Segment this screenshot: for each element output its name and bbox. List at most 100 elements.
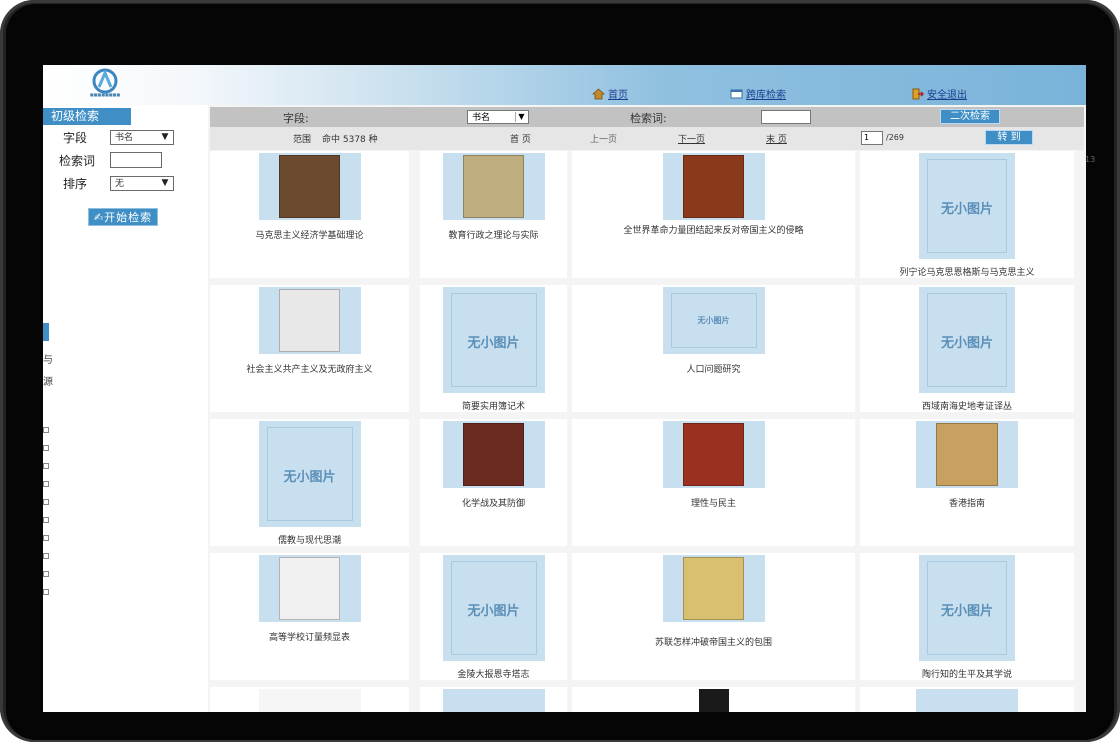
second-search-button[interactable]: 二次检索 bbox=[940, 109, 1000, 124]
book-card[interactable]: 苏联怎样冲破帝国主义的包围 bbox=[572, 553, 855, 680]
book-card[interactable]: 无小图片列宁论马克思恩格斯与马克思主义 bbox=[860, 151, 1074, 278]
tree-expand-icon[interactable] bbox=[43, 517, 49, 523]
book-card[interactable] bbox=[572, 687, 855, 712]
book-title[interactable]: 社会主义共产主义及无政府主义 bbox=[210, 362, 409, 375]
first-page-link[interactable]: 首 页 bbox=[510, 132, 531, 145]
book-card[interactable] bbox=[420, 687, 567, 712]
nav-crossdb-link[interactable]: 跨库检索 bbox=[730, 86, 786, 101]
book-card[interactable]: 无小图片人口问题研究 bbox=[572, 285, 855, 412]
sidebar-collapsed-tab[interactable] bbox=[43, 323, 49, 341]
book-card[interactable]: 马克思主义经济学基础理论 bbox=[210, 151, 409, 278]
tree-expand-icon[interactable] bbox=[43, 535, 49, 541]
no-thumbnail-text: 无小图片 bbox=[940, 201, 993, 217]
book-cover-image[interactable] bbox=[662, 555, 765, 622]
pencil-icon: ✍ bbox=[93, 211, 105, 224]
tree-expand-icon[interactable] bbox=[43, 463, 49, 469]
tree-expand-icon[interactable] bbox=[43, 571, 49, 577]
book-cover-art bbox=[682, 155, 745, 218]
tree-expand-icon[interactable] bbox=[43, 499, 49, 505]
toolbar-field-select[interactable]: 书名 ▼ bbox=[467, 110, 529, 124]
chevron-down-icon: ▼ bbox=[515, 112, 527, 122]
book-card[interactable] bbox=[860, 687, 1074, 712]
book-card[interactable]: 理性与民主 bbox=[572, 419, 855, 546]
book-title[interactable]: 金陵大报恩寺塔志 bbox=[420, 667, 567, 680]
book-cover-image[interactable] bbox=[662, 421, 765, 488]
book-title[interactable]: 苏联怎样冲破帝国主义的包围 bbox=[572, 635, 855, 648]
book-cover-image[interactable] bbox=[258, 153, 361, 220]
book-card[interactable]: 无小图片陶行知的生平及其学说 bbox=[860, 553, 1074, 680]
search-window-icon bbox=[730, 89, 743, 98]
book-cover-image[interactable] bbox=[258, 287, 361, 354]
book-cover-image[interactable] bbox=[662, 153, 765, 220]
no-thumbnail-placeholder[interactable]: 无小图片 bbox=[662, 287, 765, 354]
book-title[interactable]: 马克思主义经济学基础理论 bbox=[210, 228, 409, 241]
book-cover-image[interactable] bbox=[916, 689, 1018, 712]
book-card[interactable] bbox=[210, 687, 409, 712]
no-thumbnail-placeholder[interactable]: 无小图片 bbox=[442, 287, 545, 393]
book-title[interactable]: 全世界革命力量团结起来反对帝国主义的侵略 bbox=[572, 223, 855, 236]
tree-expand-icon[interactable] bbox=[43, 445, 49, 451]
tree-expand-icon[interactable] bbox=[43, 589, 49, 595]
last-page-link[interactable]: 末 页 bbox=[766, 132, 787, 145]
book-card[interactable]: 无小图片西域南海史地考证译丛 bbox=[860, 285, 1074, 412]
no-thumbnail-placeholder[interactable]: 无小图片 bbox=[919, 555, 1015, 661]
book-title[interactable]: 西域南海史地考证译丛 bbox=[860, 399, 1074, 412]
book-cover-image[interactable] bbox=[442, 689, 545, 712]
book-cover-image[interactable] bbox=[698, 689, 729, 712]
book-title[interactable]: 儒教与现代思潮 bbox=[210, 533, 409, 546]
book-cover-image[interactable] bbox=[442, 421, 545, 488]
tree-expand-icon[interactable] bbox=[43, 553, 49, 559]
goto-page-button[interactable]: 转 到 bbox=[985, 130, 1033, 145]
book-title[interactable]: 列宁论马克思恩格斯与马克思主义 bbox=[860, 265, 1074, 278]
sidebar-sort-select[interactable]: 无 ▼ bbox=[110, 176, 174, 191]
tree-expand-icon[interactable] bbox=[43, 427, 49, 433]
prev-page-link[interactable]: 上一页 bbox=[590, 132, 617, 145]
nav-crossdb-label: 跨库检索 bbox=[746, 90, 786, 101]
nav-logout-link[interactable]: 安全退出 bbox=[911, 86, 967, 101]
book-card[interactable]: 高等学校订量频显表 bbox=[210, 553, 409, 680]
sidebar-sort-label: 排序 bbox=[63, 177, 88, 191]
book-card[interactable]: 无小图片金陵大报恩寺塔志 bbox=[420, 553, 567, 680]
hit-count: 命中 5378 种 bbox=[322, 135, 378, 145]
nav-logout-label: 安全退出 bbox=[927, 90, 967, 101]
scope-label: 范围 bbox=[293, 135, 312, 145]
book-card[interactable]: 无小图片简要实用簿记术 bbox=[420, 285, 567, 412]
nav-home-label: 首页 bbox=[608, 90, 628, 101]
book-cover-image[interactable] bbox=[442, 153, 545, 220]
book-title[interactable]: 化学战及其防御 bbox=[420, 496, 567, 509]
book-title[interactable]: 理性与民主 bbox=[572, 496, 855, 509]
toolbar-keyword-input[interactable] bbox=[761, 110, 811, 124]
book-title[interactable]: 陶行知的生平及其学说 bbox=[860, 667, 1074, 680]
no-thumbnail-placeholder[interactable]: 无小图片 bbox=[442, 555, 545, 661]
book-cover-art bbox=[462, 423, 525, 486]
book-card[interactable]: 教育行政之理论与实际 bbox=[420, 151, 567, 278]
chevron-down-icon: ▼ bbox=[161, 132, 169, 142]
next-page-link[interactable]: 下一页 bbox=[678, 132, 705, 145]
no-thumbnail-placeholder[interactable]: 无小图片 bbox=[919, 153, 1015, 259]
book-cover-art bbox=[682, 423, 745, 486]
tree-expand-icon[interactable] bbox=[43, 481, 49, 487]
book-cover-image[interactable] bbox=[258, 555, 361, 622]
book-card[interactable]: 社会主义共产主义及无政府主义 bbox=[210, 285, 409, 412]
page-number-input[interactable]: 1 bbox=[861, 131, 883, 145]
book-cover-image[interactable] bbox=[258, 689, 361, 712]
library-logo-icon bbox=[92, 68, 118, 94]
nav-home-link[interactable]: 首页 bbox=[592, 86, 628, 101]
book-title[interactable]: 简要实用簿记术 bbox=[420, 399, 567, 412]
book-title[interactable]: 人口问题研究 bbox=[572, 362, 855, 375]
book-card[interactable]: 无小图片儒教与现代思潮 bbox=[210, 419, 409, 546]
sidebar-field-select[interactable]: 书名 ▼ bbox=[110, 130, 174, 145]
start-search-button[interactable]: ✍开始检索 bbox=[88, 208, 158, 226]
book-card[interactable]: 化学战及其防御 bbox=[420, 419, 567, 546]
book-title[interactable]: 高等学校订量频显表 bbox=[210, 630, 409, 643]
book-title[interactable]: 教育行政之理论与实际 bbox=[420, 228, 567, 241]
book-cover-image[interactable] bbox=[916, 421, 1018, 488]
book-card[interactable]: 全世界革命力量团结起来反对帝国主义的侵略 bbox=[572, 151, 855, 278]
sidebar-keyword-input[interactable] bbox=[110, 152, 162, 168]
no-thumbnail-placeholder[interactable]: 无小图片 bbox=[919, 287, 1015, 393]
book-card[interactable]: 香港指南 bbox=[860, 419, 1074, 546]
no-thumbnail-placeholder[interactable]: 无小图片 bbox=[258, 421, 361, 527]
secondary-search-bar: 字段: 书名 ▼ 检索词: 二次检索 bbox=[210, 107, 1084, 127]
toolbar-field-value: 书名 bbox=[472, 113, 491, 123]
book-title[interactable]: 香港指南 bbox=[860, 496, 1074, 509]
